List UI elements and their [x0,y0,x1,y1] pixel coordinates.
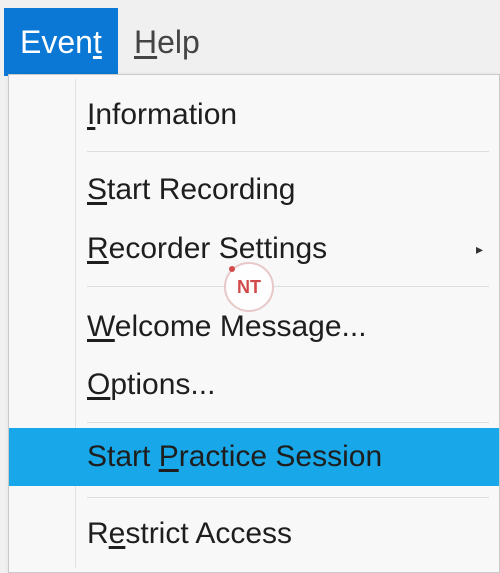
menu-item-label-pre: R [87,517,109,550]
menu-event-pre: Even [20,24,93,60]
menu-item-start-practice-session[interactable]: Start Practice Session [9,428,499,486]
menu-help-post: elp [157,24,200,60]
menu-item-mnemonic: R [87,232,109,265]
menu-separator [87,422,489,423]
menu-event-mnemonic: t [92,24,102,60]
menu-item-mnemonic: W [87,310,115,343]
menubar: Event Help [0,0,500,76]
menu-item-options[interactable]: Options... [9,356,499,414]
watermark-text: NT [237,277,261,297]
menu-item-mnemonic: P [158,440,179,473]
menu-item-information[interactable]: Information [9,86,499,144]
menu-item-mnemonic: e [108,517,126,550]
menu-item-label: ecorder Settings [108,232,328,265]
menu-separator [87,286,489,287]
menu-item-label-pre: Start [87,440,159,473]
menu-separator [87,151,489,152]
menu-item-restrict-access[interactable]: Restrict Access [9,505,499,563]
menu-event[interactable]: Event [4,8,118,76]
chevron-right-icon: ▸ [475,241,483,257]
watermark-dot [229,266,235,272]
menu-item-label: tart Recording [107,173,296,206]
menu-item-label: elcome Message... [114,310,367,343]
menu-item-label: strict Access [125,517,293,550]
menu-help-mnemonic: H [134,24,158,60]
menu-item-label: nformation [95,98,238,131]
menu-item-label: ractice Session [178,440,383,473]
menu-item-mnemonic: O [87,368,111,401]
event-dropdown-menu: Information Start Recording Recorder Set… [8,74,500,573]
menu-item-label: ptions... [110,368,216,401]
menu-item-start-recording[interactable]: Start Recording [9,161,499,219]
menu-separator [87,497,489,498]
menu-help[interactable]: Help [118,8,216,76]
menu-item-mnemonic: S [87,173,108,206]
